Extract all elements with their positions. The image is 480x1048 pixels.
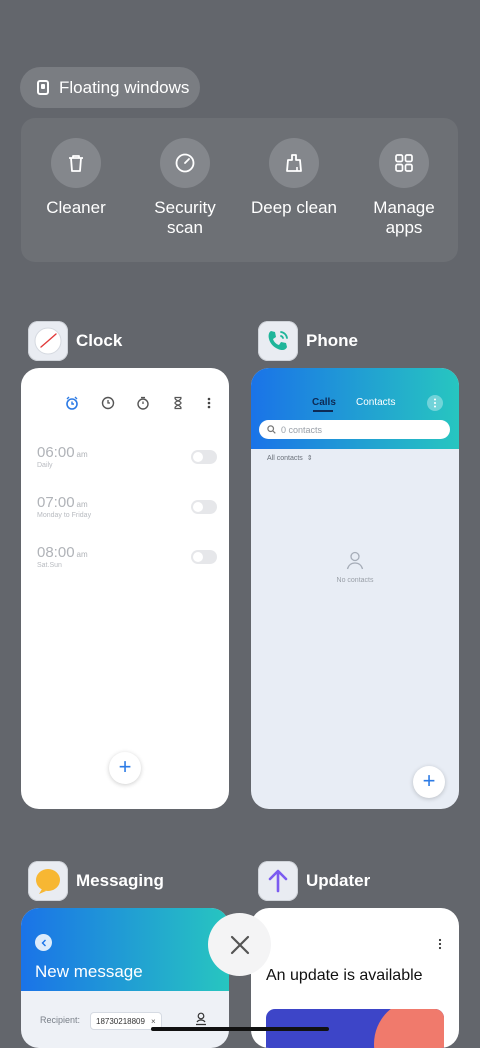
security-scan-icon (160, 138, 210, 188)
active-tab-indicator (313, 410, 333, 412)
phone-app-icon (258, 321, 298, 361)
alarm-repeat: Daily (37, 462, 53, 469)
world-clock-icon[interactable] (101, 396, 115, 410)
phone-app-header[interactable]: Phone (258, 321, 358, 361)
more-options-icon[interactable] (437, 938, 443, 950)
updater-app-icon (258, 861, 298, 901)
contacts-filter-dropdown[interactable]: All contacts ⇕ (267, 454, 313, 463)
clock-app-card[interactable]: 06:00 am Daily 07:00 am Monday to Friday 0… (21, 368, 229, 809)
deep-clean-label: Deep clean (250, 198, 337, 217)
security-scan-button[interactable]: Security scan (130, 138, 240, 238)
sort-arrows-icon: ⇕ (306, 455, 313, 462)
alarm-time: 06:00 am (37, 444, 88, 461)
alarm-toggle[interactable] (191, 550, 217, 564)
tab-contacts[interactable]: Contacts (356, 397, 395, 408)
quick-tools-panel: Cleaner Security scan Deep clean Manage … (21, 118, 458, 262)
update-available-headline: An update is available (266, 967, 423, 984)
alarm-time: 08:00 am (37, 544, 88, 561)
alarm-time: 07:00 am (37, 494, 88, 511)
messaging-app-name: Messaging (76, 871, 164, 890)
more-options-icon[interactable] (205, 396, 213, 410)
phone-app-card[interactable]: Calls Contacts 0 contacts All contacts ⇕… (251, 368, 459, 809)
alarm-item[interactable]: 06:00 am Daily (37, 444, 217, 469)
manage-apps-label: Manage apps (373, 198, 435, 237)
home-indicator[interactable] (151, 1027, 329, 1031)
tab-calls[interactable]: Calls (312, 397, 336, 408)
add-contact-icon[interactable] (195, 1012, 207, 1026)
contacts-filter-label: All contacts (267, 454, 303, 462)
stopwatch-icon[interactable] (136, 396, 150, 410)
updater-app-name: Updater (306, 871, 371, 890)
clock-tabs (65, 396, 215, 410)
alarm-item[interactable]: 07:00 am Monday to Friday (37, 494, 217, 519)
floating-windows-label: Floating windows (59, 77, 190, 97)
recipient-number: 18730218809 (96, 1016, 145, 1026)
new-message-title: New message (35, 962, 143, 981)
floating-window-icon (37, 80, 49, 95)
floating-windows-button[interactable]: Floating windows (20, 67, 200, 108)
deep-clean-icon (269, 138, 319, 188)
add-alarm-button[interactable]: + (109, 752, 141, 784)
clock-app-icon (28, 321, 68, 361)
alarm-item[interactable]: 08:00 am Sat.Sun (37, 544, 217, 569)
messaging-app-header[interactable]: Messaging (28, 861, 164, 901)
clock-app-name: Clock (76, 331, 123, 350)
clock-app-header[interactable]: Clock (28, 321, 122, 361)
grid-apps-icon (379, 138, 429, 188)
recipient-label: Recipient: (40, 1015, 81, 1025)
alarm-toggle[interactable] (191, 450, 217, 464)
chevron-left-icon (41, 939, 46, 946)
cleaner-button[interactable]: Cleaner (21, 138, 131, 218)
search-placeholder: 0 contacts (281, 424, 323, 435)
back-button[interactable] (35, 934, 52, 951)
timer-hourglass-icon[interactable] (171, 396, 185, 410)
security-scan-label: Security scan (154, 198, 216, 237)
search-icon (267, 425, 276, 434)
more-options-icon[interactable] (427, 395, 443, 411)
manage-apps-button[interactable]: Manage apps (349, 138, 459, 238)
add-contact-button[interactable]: + (413, 766, 445, 798)
close-icon (230, 935, 249, 954)
alarm-repeat: Monday to Friday (37, 512, 92, 519)
trash-icon (51, 138, 101, 188)
contacts-search-input[interactable]: 0 contacts (259, 420, 450, 439)
alarm-repeat: Sat.Sun (37, 562, 62, 569)
person-icon (346, 551, 364, 570)
updater-app-header[interactable]: Updater (258, 861, 370, 901)
alarm-toggle[interactable] (191, 500, 217, 514)
close-all-button[interactable] (208, 913, 271, 976)
cleaner-label: Cleaner (46, 198, 106, 217)
messaging-app-icon (28, 861, 68, 901)
remove-recipient-icon[interactable]: × (151, 1017, 156, 1026)
deep-clean-button[interactable]: Deep clean (239, 138, 349, 218)
alarm-icon[interactable] (65, 396, 79, 410)
phone-app-name: Phone (306, 331, 358, 350)
empty-contacts-text: No contacts (336, 577, 374, 584)
